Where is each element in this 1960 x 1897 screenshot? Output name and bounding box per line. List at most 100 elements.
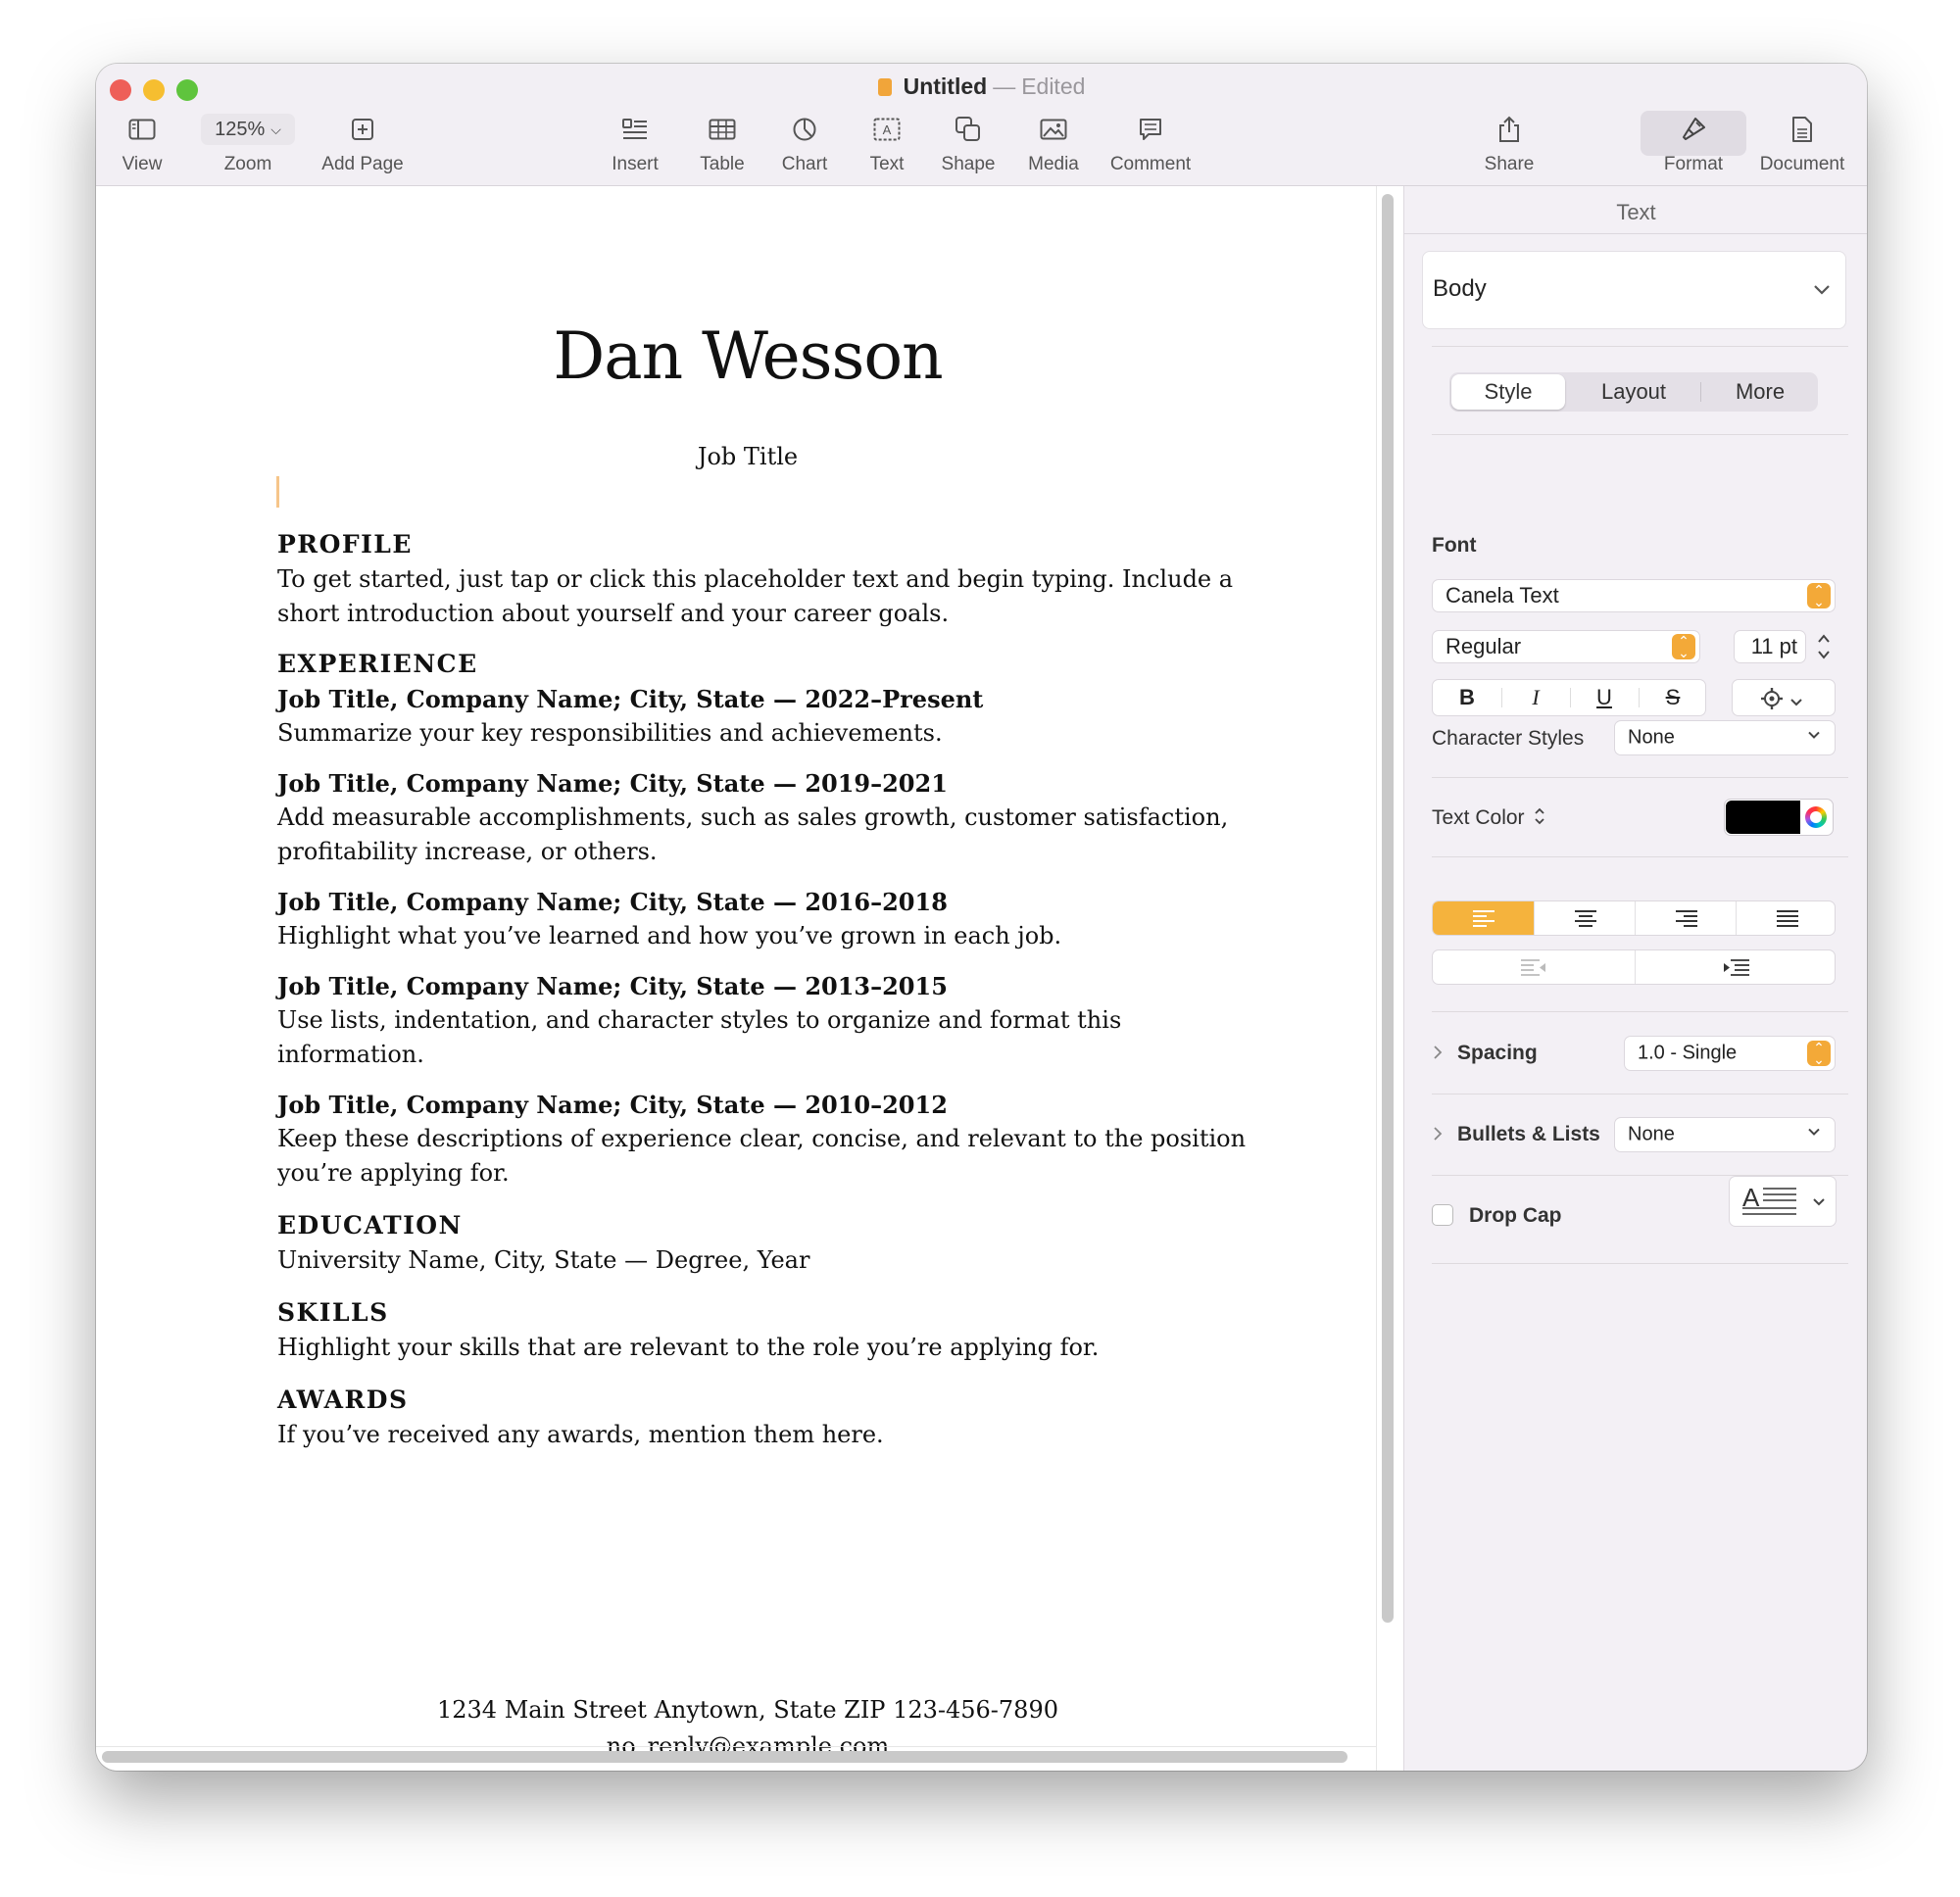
zoom-select[interactable]: 125% ⌵: [201, 114, 295, 145]
resume-body[interactable]: PROFILE To get started, just tap or clic…: [277, 527, 1257, 1452]
bullets-lists-dropdown[interactable]: None: [1614, 1117, 1836, 1152]
add-page-button[interactable]: Add Page: [314, 115, 412, 175]
document-canvas[interactable]: Dan Wesson Job Title PROFILE To get star…: [96, 186, 1494, 1771]
text-box-button[interactable]: A Text: [848, 115, 926, 175]
chart-button[interactable]: Chart: [765, 115, 844, 175]
job-entry-title[interactable]: Job Title, Company Name; City, State — 2…: [277, 682, 1257, 716]
text-color-well[interactable]: [1724, 799, 1834, 836]
bold-button[interactable]: B: [1433, 680, 1501, 715]
font-size-stepper[interactable]: [1814, 629, 1834, 664]
tab-more[interactable]: More: [1702, 372, 1818, 412]
experience-heading[interactable]: EXPERIENCE: [277, 647, 1257, 682]
font-size-field[interactable]: 11 pt: [1734, 630, 1806, 663]
indent-buttons: [1432, 949, 1836, 985]
italic-button[interactable]: I: [1501, 680, 1570, 715]
format-button[interactable]: Format: [1644, 115, 1742, 175]
skills-text[interactable]: Highlight your skills that are relevant …: [277, 1331, 1257, 1365]
decrease-indent-icon: [1521, 959, 1545, 976]
decrease-indent-button[interactable]: [1433, 950, 1635, 984]
profile-heading[interactable]: PROFILE: [277, 527, 1257, 562]
drop-cap-style-dropdown[interactable]: A: [1729, 1176, 1837, 1227]
education-text[interactable]: University Name, City, State — Degree, Y…: [277, 1243, 1257, 1278]
chevron-down-icon: [1812, 277, 1832, 303]
paragraph-style-dropdown[interactable]: Body: [1422, 251, 1846, 329]
text-cursor: [276, 476, 279, 508]
horizontal-scrollbar[interactable]: [102, 1751, 1348, 1763]
align-right-button[interactable]: [1635, 901, 1737, 935]
justify-button[interactable]: [1736, 901, 1835, 935]
awards-text[interactable]: If you’ve received any awards, mention t…: [277, 1418, 1257, 1452]
view-button[interactable]: View: [108, 115, 176, 175]
font-section-label: Font: [1432, 534, 1477, 557]
skills-heading[interactable]: SKILLS: [277, 1295, 1257, 1331]
chart-label: Chart: [781, 154, 828, 174]
spacing-label[interactable]: Spacing: [1457, 1042, 1538, 1065]
font-typeface-select[interactable]: Regular ⌃ ⌄: [1432, 630, 1700, 663]
zoom-control[interactable]: 125% ⌵ Zoom: [194, 114, 302, 175]
job-entry-title[interactable]: Job Title, Company Name; City, State — 2…: [277, 1088, 1257, 1122]
underline-button[interactable]: U: [1570, 680, 1639, 715]
vertical-scrollbar[interactable]: [1382, 194, 1394, 1623]
resume-name[interactable]: Dan Wesson: [96, 318, 1399, 394]
chevron-down-icon: ⌵: [270, 121, 281, 137]
job-entry-description[interactable]: Use lists, indentation, and character st…: [277, 1003, 1257, 1072]
document-page[interactable]: Dan Wesson Job Title PROFILE To get star…: [96, 186, 1376, 1760]
insert-button[interactable]: Insert: [596, 115, 674, 175]
document-button[interactable]: Document: [1748, 115, 1856, 175]
color-wheel-icon[interactable]: [1805, 806, 1827, 828]
comment-label: Comment: [1109, 154, 1192, 174]
shape-button[interactable]: Shape: [929, 115, 1007, 175]
align-left-button[interactable]: [1433, 901, 1534, 935]
zoom-label: Zoom: [223, 154, 272, 174]
document-icon: [1748, 115, 1856, 144]
character-styles-label: Character Styles: [1432, 727, 1585, 750]
character-styles-value: None: [1628, 726, 1675, 749]
job-entry-title[interactable]: Job Title, Company Name; City, State — 2…: [277, 766, 1257, 801]
strikethrough-button[interactable]: S: [1639, 680, 1707, 715]
align-left-icon: [1472, 910, 1494, 927]
font-family-select[interactable]: Canela Text ⌃ ⌄: [1432, 579, 1836, 612]
spacing-value: 1.0 - Single: [1638, 1042, 1738, 1064]
spacing-disclosure[interactable]: [1432, 1045, 1444, 1065]
media-button[interactable]: Media: [1009, 115, 1098, 175]
job-entry-description[interactable]: Summarize your key responsibilities and …: [277, 716, 1257, 751]
awards-heading[interactable]: AWARDS: [277, 1383, 1257, 1418]
job-entry-description[interactable]: Keep these descriptions of experience cl…: [277, 1122, 1257, 1191]
tab-style[interactable]: Style: [1451, 374, 1565, 410]
justify-icon: [1776, 910, 1798, 927]
chevron-down-icon: [1807, 1123, 1821, 1143]
job-entry-title[interactable]: Job Title, Company Name; City, State — 2…: [277, 969, 1257, 1003]
bullets-disclosure[interactable]: [1432, 1126, 1444, 1146]
profile-text[interactable]: To get started, just tap or click this p…: [277, 562, 1257, 631]
table-button[interactable]: Table: [683, 115, 761, 175]
drop-cap-checkbox[interactable]: [1432, 1204, 1453, 1226]
font-size-value: 11 pt: [1750, 634, 1797, 658]
align-center-button[interactable]: [1534, 901, 1636, 935]
bullets-lists-label[interactable]: Bullets & Lists: [1457, 1123, 1600, 1146]
increase-indent-button[interactable]: [1635, 950, 1838, 984]
resume-job-title[interactable]: Job Title: [96, 443, 1399, 470]
updown-icon: ⌃ ⌄: [1807, 583, 1831, 608]
character-styles-dropdown[interactable]: None: [1614, 720, 1836, 755]
footer-address[interactable]: 1234 Main Street Anytown, State ZIP 123-…: [96, 1696, 1399, 1724]
job-entry-title[interactable]: Job Title, Company Name; City, State — 2…: [277, 885, 1257, 919]
share-button[interactable]: Share: [1470, 115, 1548, 175]
svg-text:A: A: [883, 122, 892, 137]
window-title: Untitled — Edited: [96, 73, 1867, 100]
job-entry-description[interactable]: Add measurable accomplishments, such as …: [277, 801, 1257, 869]
education-heading[interactable]: EDUCATION: [277, 1208, 1257, 1243]
text-color-swatch[interactable]: [1726, 801, 1800, 834]
updown-icon: [1534, 806, 1545, 832]
font-family-value: Canela Text: [1446, 583, 1559, 608]
text-color-select[interactable]: Text Color: [1432, 806, 1545, 832]
advanced-text-options-button[interactable]: [1732, 679, 1836, 716]
spacing-select[interactable]: 1.0 - Single ⌃ ⌄: [1624, 1036, 1836, 1071]
zoom-value: 125%: [215, 118, 266, 140]
text-box-icon: A: [848, 115, 926, 144]
comment-button[interactable]: Comment: [1102, 115, 1200, 175]
job-entry-description[interactable]: Highlight what you’ve learned and how yo…: [277, 919, 1257, 953]
tab-layout[interactable]: Layout: [1571, 372, 1696, 412]
document-label: Document: [1759, 154, 1845, 174]
font-style-buttons: B I U S: [1432, 679, 1706, 716]
align-center-icon: [1574, 910, 1596, 927]
